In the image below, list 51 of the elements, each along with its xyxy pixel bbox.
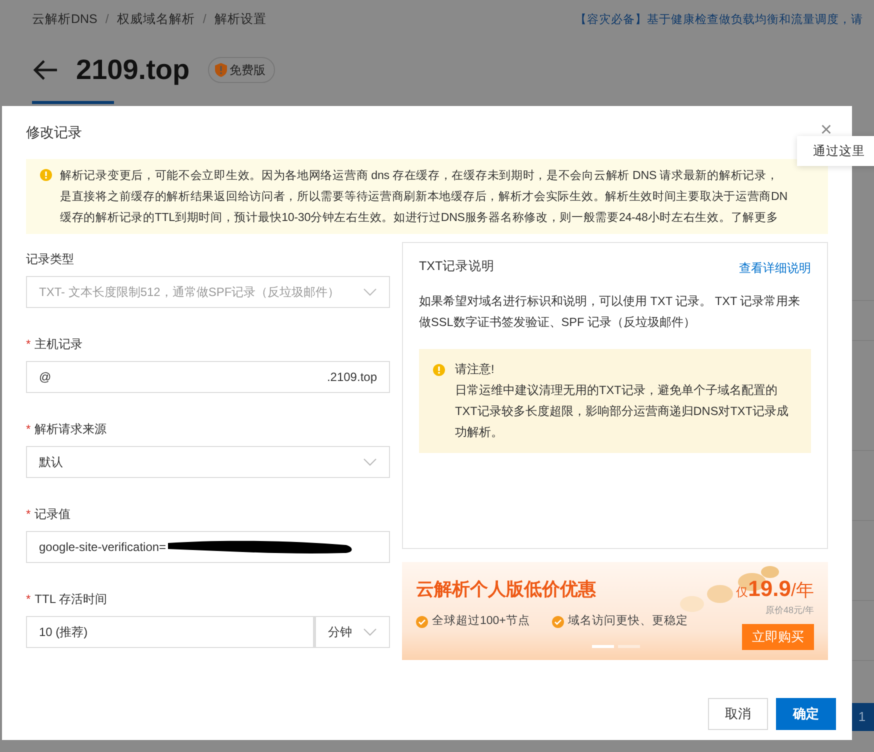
field-label: 解析请求来源: [34, 422, 107, 436]
breadcrumb-separator: /: [105, 11, 109, 28]
check-icon: [416, 616, 428, 628]
domain-suffix: .2109.top: [326, 369, 377, 386]
domain-title: 2109.top: [76, 52, 190, 87]
warning-title: 请注意!: [455, 361, 496, 378]
text-field[interactable]: @ .2109.top: [26, 361, 390, 393]
required-mark: *: [26, 592, 31, 606]
help-text: 如果希望对域名进行标识和说明，可以使用 TXT 记录。 TXT 记录常用来做SSL数字证书签发验证、SPF 记录（反垃圾邮件）: [419, 293, 802, 331]
price-text: 仅19.9/年: [736, 575, 814, 603]
check-icon: [552, 616, 564, 628]
back-arrow-icon: [32, 58, 58, 81]
dialog-title: 修改记录: [26, 123, 82, 142]
confirm-button[interactable]: 确定: [776, 698, 836, 730]
banner-title: 云解析个人版低价优惠: [416, 578, 596, 601]
notice-text: 是直接将之前缓存的解析结果返回给访问者，所以需要等待运营商刷新本地缓存后，解析才会实际生效。解析生效时间主要取决于运营商DN: [60, 189, 788, 205]
breadcrumb-item: 解析设置: [214, 11, 266, 28]
field-label: 记录类型: [26, 252, 74, 266]
learn-more-link[interactable]: 了解更多: [730, 211, 778, 224]
select-field[interactable]: 默认: [26, 446, 390, 478]
text-field[interactable]: 10 (推荐): [26, 616, 314, 648]
tooltip: 通过这里: [797, 136, 874, 166]
breadcrumb-item[interactable]: 权威域名解析: [116, 10, 195, 29]
chevron-down-icon: [363, 628, 377, 636]
warning-icon: [40, 169, 52, 181]
breadcrumb-separator: /: [202, 11, 206, 28]
required-mark: *: [26, 507, 31, 521]
field-label: 记录值: [34, 507, 71, 521]
field-label: TTL 存活时间: [34, 592, 107, 606]
warning-icon: [433, 364, 445, 376]
promo-banner[interactable]: 云解析个人版低价优惠 仅19.9/年 原价48元/年 全球超过100+节点 域名访问更快、更稳定 立即购买: [402, 562, 828, 660]
details-link[interactable]: 查看详细说明: [739, 259, 811, 277]
chevron-down-icon: [363, 458, 377, 466]
required-mark: *: [26, 422, 31, 436]
breadcrumb-item[interactable]: 云解析DNS: [32, 10, 98, 29]
select-field: TXT- 文本长度限制512，通常做SPF记录（反垃圾邮件）: [26, 276, 390, 308]
chevron-down-icon: [363, 288, 377, 296]
shield-icon: [214, 62, 227, 77]
feature-text: 域名访问更快、更稳定: [568, 613, 688, 629]
notice-text: 解析记录变更后，可能不会立即生效。因为各地网络运营商 dns 存在缓存，在缓存未到期时，是不会向云解析 DNS 请求最新的解析记录，: [60, 168, 780, 184]
cancel-button[interactable]: 取消: [708, 698, 768, 730]
notice-text: 缓存的解析记录的TTL到期时间，预计最快10-30分钟左右生效。如进行过DNS服务器名称修改，则一般需要24-48小时左右生效。了解更多: [60, 210, 780, 226]
text-field[interactable]: google-site-verification=: [26, 531, 390, 563]
warning-text: 日常运维中建议清理无用的TXT记录，避免单个子域名配置的TXT记录较多长度超限，影响部分运营商递归DNS对TXT记录成功解析。: [455, 382, 790, 441]
required-mark: *: [26, 337, 31, 351]
field-label: 主机记录: [34, 337, 83, 351]
unit-select[interactable]: 分钟: [314, 616, 390, 648]
plan-badge: 免费版: [208, 56, 275, 83]
help-title: TXT记录说明: [419, 259, 495, 275]
feature-text: 全球超过100+节点: [432, 614, 530, 629]
original-price: 原价48元/年: [765, 604, 814, 617]
